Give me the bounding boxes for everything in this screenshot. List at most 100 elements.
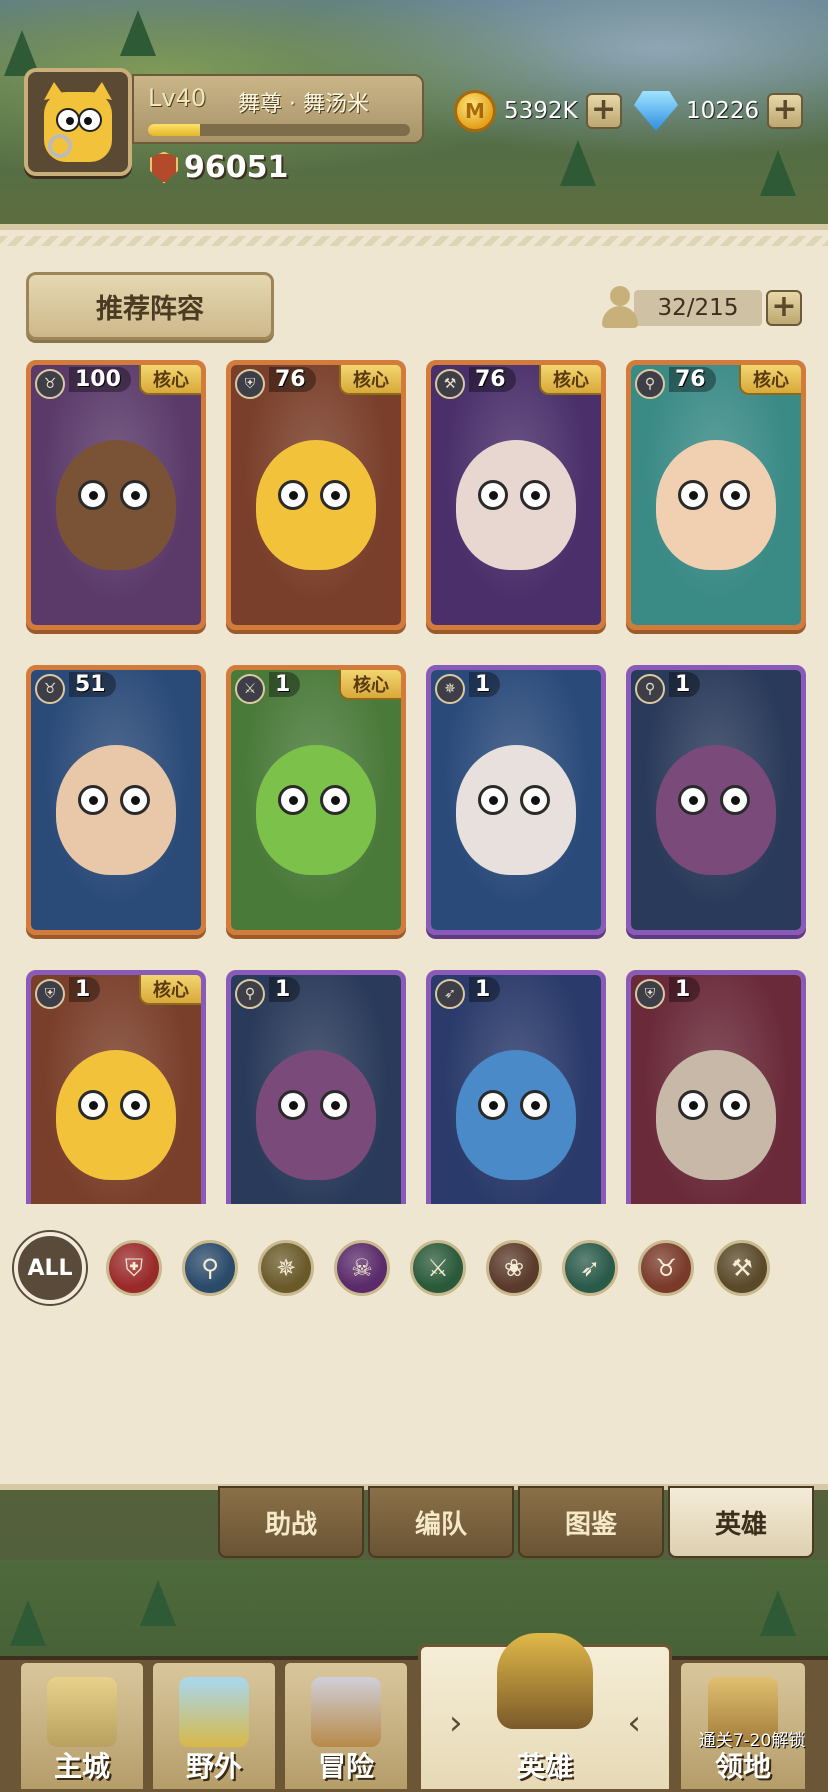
- filter-bow-icon[interactable]: ➶: [562, 1240, 618, 1296]
- shield-icon: ⛨: [235, 369, 265, 399]
- hero-level: 100: [69, 367, 131, 392]
- hero-portrait: [631, 975, 801, 1204]
- hero-level: 76: [669, 367, 716, 392]
- add-diamond-button[interactable]: +: [767, 93, 804, 129]
- hero-card[interactable]: ⚲ 1: [226, 970, 406, 1204]
- class-filter-bar: ALL ⛨ ⚲ ✵ ☠ ⚔ ❀ ➶ ♉ ⚒: [14, 1230, 814, 1306]
- hero-eye: [78, 1090, 108, 1121]
- hero-level: 1: [269, 977, 301, 1002]
- nav-wild[interactable]: 野外: [150, 1660, 278, 1792]
- hammer-icon: ⚒: [435, 369, 465, 399]
- filter-paw-icon[interactable]: ❀: [486, 1240, 542, 1296]
- hero-eye: [78, 480, 108, 511]
- xp-bar: [148, 124, 410, 136]
- nav-heroes[interactable]: › ‹ 英雄: [418, 1633, 672, 1792]
- core-hero-tag: 核心: [339, 365, 401, 395]
- hero-face: [656, 1050, 776, 1181]
- hero-eye: [120, 785, 150, 816]
- player-level: Lv40: [148, 84, 207, 112]
- filter-crossed-blades-icon[interactable]: ⚔: [410, 1240, 466, 1296]
- tree-decoration: [560, 140, 596, 186]
- helmet-icon: [497, 1633, 593, 1729]
- filter-staff-icon[interactable]: ⚲: [182, 1240, 238, 1296]
- hero-eye: [720, 480, 750, 511]
- filter-beast-skull-icon[interactable]: ♉: [638, 1240, 694, 1296]
- combat-power: 96051: [150, 150, 288, 185]
- hero-card[interactable]: ⛨ 1 核心: [26, 970, 206, 1204]
- hero-face: [456, 1050, 576, 1181]
- hero-card[interactable]: ⚲ 76 核心: [626, 360, 806, 630]
- hero-card[interactable]: ⛨ 76 核心: [226, 360, 406, 630]
- hero-face: [256, 440, 376, 571]
- nav-adventure[interactable]: 冒险: [282, 1660, 410, 1792]
- hero-card[interactable]: ♉ 100 核心: [26, 360, 206, 630]
- hero-portrait: [631, 670, 801, 930]
- hero-capacity: 32/215 +: [600, 286, 802, 330]
- hero-face: [656, 440, 776, 571]
- crossed-swords-icon: [311, 1677, 381, 1747]
- nav-wild-label: 野外: [185, 1750, 242, 1783]
- tab-support[interactable]: 助战: [218, 1486, 364, 1558]
- gold-currency: M 5392K +: [454, 88, 622, 134]
- nav-main-city[interactable]: 主城: [18, 1660, 146, 1792]
- tree-decoration: [760, 1590, 796, 1636]
- nav-heroes-label: 英雄: [516, 1750, 573, 1783]
- tab-codex[interactable]: 图鉴: [518, 1486, 664, 1558]
- nav-adventure-label: 冒险: [317, 1750, 374, 1783]
- add-capacity-button[interactable]: +: [766, 290, 802, 326]
- hero-card[interactable]: ⛨ 1: [626, 970, 806, 1204]
- eagle-icon: ✵: [435, 674, 465, 704]
- wild-crystal-icon: [179, 1677, 249, 1747]
- hero-eye: [120, 1090, 150, 1121]
- hero-capacity-value: 32/215: [634, 290, 762, 326]
- hero-face: [256, 1050, 376, 1181]
- hero-portrait: [231, 365, 401, 625]
- add-gold-button[interactable]: +: [585, 93, 622, 129]
- hero-card[interactable]: ⚲ 1: [626, 665, 806, 935]
- hero-eye: [478, 480, 508, 511]
- person-icon: [600, 286, 640, 330]
- filter-shield-icon[interactable]: ⛨: [106, 1240, 162, 1296]
- nav-main-city-label: 主城: [53, 1750, 110, 1783]
- staff-icon: ⚲: [235, 979, 265, 1009]
- hero-level: 1: [669, 977, 701, 1002]
- hero-card[interactable]: ♉ 51: [26, 665, 206, 935]
- hero-eye: [120, 480, 150, 511]
- hero-eye: [520, 480, 550, 511]
- recommend-lineup-button[interactable]: 推荐阵容: [26, 272, 274, 340]
- avatar-portrait: [44, 82, 112, 162]
- hero-roster-panel: 推荐阵容 32/215 + ♉ 100 核心 ⛨ 76 核心 ⚒ 76 核心 ⚲ 76 核心 ♉ 51 ⚔ 1…: [0, 224, 828, 1490]
- hero-level: 1: [269, 672, 301, 697]
- player-name: 舞尊 · 舞汤米: [238, 92, 369, 117]
- diamond-amount: 10226: [686, 98, 760, 124]
- filter-hammer-icon[interactable]: ⚒: [714, 1240, 770, 1296]
- tab-heroes[interactable]: 英雄: [668, 1486, 814, 1558]
- hero-eye: [478, 1090, 508, 1121]
- player-avatar[interactable]: [24, 68, 132, 176]
- hero-portrait: [231, 975, 401, 1204]
- filter-all-button[interactable]: ALL: [14, 1232, 86, 1304]
- hero-level: 1: [469, 672, 501, 697]
- xp-bar-fill: [148, 124, 201, 136]
- hero-eye: [320, 1090, 350, 1121]
- tab-formation[interactable]: 编队: [368, 1486, 514, 1558]
- shield-icon: ⛨: [35, 979, 65, 1009]
- core-hero-tag: 核心: [339, 670, 401, 700]
- filter-eagle-icon[interactable]: ✵: [258, 1240, 314, 1296]
- castle-icon: [47, 1677, 117, 1747]
- filter-skull-icon[interactable]: ☠: [334, 1240, 390, 1296]
- hero-card[interactable]: ⚒ 76 核心: [426, 360, 606, 630]
- hero-card[interactable]: ➶ 1: [426, 970, 606, 1204]
- hero-face: [56, 1050, 176, 1181]
- core-hero-tag: 核心: [139, 975, 201, 1005]
- hero-card[interactable]: ✵ 1: [426, 665, 606, 935]
- hero-portrait: [431, 670, 601, 930]
- hero-face: [456, 440, 576, 571]
- player-level-panel[interactable]: Lv40 舞尊 · 舞汤米: [132, 74, 424, 144]
- hero-card[interactable]: ⚔ 1 核心: [226, 665, 406, 935]
- core-hero-tag: 核心: [539, 365, 601, 395]
- staff-icon: ⚲: [635, 674, 665, 704]
- crossed-blades-icon: ⚔: [235, 674, 265, 704]
- core-hero-tag: 核心: [139, 365, 201, 395]
- hero-eye: [320, 480, 350, 511]
